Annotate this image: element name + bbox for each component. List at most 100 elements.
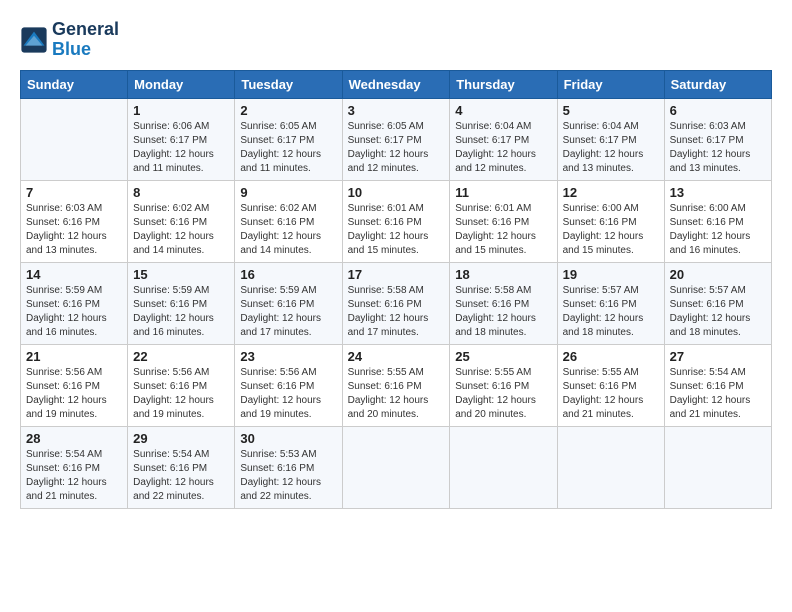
calendar-cell: 10 Sunrise: 6:01 AM Sunset: 6:16 PM Dayli…: [342, 180, 450, 262]
calendar-cell: 8 Sunrise: 6:02 AM Sunset: 6:16 PM Daylig…: [128, 180, 235, 262]
day-number: 25: [455, 349, 551, 364]
calendar-cell: 11 Sunrise: 6:01 AM Sunset: 6:16 PM Dayli…: [450, 180, 557, 262]
day-number: 18: [455, 267, 551, 282]
day-info: Sunrise: 5:58 AM Sunset: 6:16 PM Dayligh…: [455, 284, 551, 340]
day-info: Sunrise: 6:02 AM Sunset: 6:16 PM Dayligh…: [240, 202, 336, 258]
day-info: Sunrise: 5:53 AM Sunset: 6:16 PM Dayligh…: [240, 448, 336, 504]
calendar-cell: [557, 426, 664, 508]
day-info: Sunrise: 5:55 AM Sunset: 6:16 PM Dayligh…: [563, 366, 659, 422]
calendar-cell: 16Sunrise: 5:59 AM Sunset: 6:16 PM Dayli…: [235, 262, 342, 344]
day-info: Sunrise: 6:02 AM Sunset: 6:16 PM Dayligh…: [133, 202, 229, 258]
calendar-cell: 14 Sunrise: 5:59 AM Sunset: 6:16 PM Dayli…: [21, 262, 128, 344]
calendar-cell: 29 Sunrise: 5:54 AM Sunset: 6:16 PM Dayli…: [128, 426, 235, 508]
day-number: 26: [563, 349, 659, 364]
day-info: Sunrise: 6:01 AM Sunset: 6:16 PM Dayligh…: [348, 202, 445, 258]
calendar-cell: 6 Sunrise: 6:03 AM Sunset: 6:17 PM Daylig…: [664, 98, 771, 180]
day-number: 14: [26, 267, 122, 282]
day-info: Sunrise: 5:57 AM Sunset: 6:16 PM Dayligh…: [563, 284, 659, 340]
day-info: Sunrise: 5:54 AM Sunset: 6:16 PM Dayligh…: [133, 448, 229, 504]
calendar-cell: 9Sunrise: 6:02 AM Sunset: 6:16 PM Daylig…: [235, 180, 342, 262]
day-info: Sunrise: 5:59 AM Sunset: 6:16 PM Dayligh…: [26, 284, 122, 340]
day-info: Sunrise: 5:56 AM Sunset: 6:16 PM Dayligh…: [133, 366, 229, 422]
calendar-cell: 13 Sunrise: 6:00 AM Sunset: 6:16 PM Dayli…: [664, 180, 771, 262]
day-info: Sunrise: 6:00 AM Sunset: 6:16 PM Dayligh…: [670, 202, 766, 258]
day-info: Sunrise: 6:03 AM Sunset: 6:16 PM Dayligh…: [26, 202, 122, 258]
day-info: Sunrise: 5:54 AM Sunset: 6:16 PM Dayligh…: [26, 448, 122, 504]
calendar-cell: 15Sunrise: 5:59 AM Sunset: 6:16 PM Dayli…: [128, 262, 235, 344]
day-number: 10: [348, 185, 445, 200]
week-row-3: 14 Sunrise: 5:59 AM Sunset: 6:16 PM Dayli…: [21, 262, 772, 344]
day-info: Sunrise: 6:05 AM Sunset: 6:17 PM Dayligh…: [348, 120, 445, 176]
day-info: Sunrise: 5:55 AM Sunset: 6:16 PM Dayligh…: [348, 366, 445, 422]
day-number: 13: [670, 185, 766, 200]
week-row-2: 7 Sunrise: 6:03 AM Sunset: 6:16 PM Daylig…: [21, 180, 772, 262]
calendar-cell: 21 Sunrise: 5:56 AM Sunset: 6:16 PM Dayli…: [21, 344, 128, 426]
day-info: Sunrise: 6:06 AM Sunset: 6:17 PM Dayligh…: [133, 120, 229, 176]
day-number: 30: [240, 431, 336, 446]
day-info: Sunrise: 6:01 AM Sunset: 6:16 PM Dayligh…: [455, 202, 551, 258]
day-info: Sunrise: 6:04 AM Sunset: 6:17 PM Dayligh…: [563, 120, 659, 176]
day-info: Sunrise: 6:04 AM Sunset: 6:17 PM Dayligh…: [455, 120, 551, 176]
day-number: 1: [133, 103, 229, 118]
calendar-cell: 30 Sunrise: 5:53 AM Sunset: 6:16 PM Dayli…: [235, 426, 342, 508]
week-row-1: 1 Sunrise: 6:06 AM Sunset: 6:17 PM Daylig…: [21, 98, 772, 180]
calendar-cell: [21, 98, 128, 180]
calendar-cell: [450, 426, 557, 508]
day-number: 3: [348, 103, 445, 118]
day-number: 29: [133, 431, 229, 446]
day-number: 2: [240, 103, 336, 118]
calendar-cell: 20 Sunrise: 5:57 AM Sunset: 6:16 PM Dayli…: [664, 262, 771, 344]
week-row-5: 28 Sunrise: 5:54 AM Sunset: 6:16 PM Dayli…: [21, 426, 772, 508]
logo: General Blue: [20, 20, 119, 60]
day-info: Sunrise: 5:56 AM Sunset: 6:16 PM Dayligh…: [240, 366, 336, 422]
calendar-cell: [342, 426, 450, 508]
day-number: 4: [455, 103, 551, 118]
calendar-cell: [664, 426, 771, 508]
day-number: 23: [240, 349, 336, 364]
day-header-friday: Friday: [557, 70, 664, 98]
calendar-cell: 23 Sunrise: 5:56 AM Sunset: 6:16 PM Dayli…: [235, 344, 342, 426]
week-row-4: 21 Sunrise: 5:56 AM Sunset: 6:16 PM Dayli…: [21, 344, 772, 426]
day-header-thursday: Thursday: [450, 70, 557, 98]
day-number: 12: [563, 185, 659, 200]
day-header-sunday: Sunday: [21, 70, 128, 98]
day-number: 8: [133, 185, 229, 200]
day-info: Sunrise: 6:00 AM Sunset: 6:16 PM Dayligh…: [563, 202, 659, 258]
calendar-cell: 26 Sunrise: 5:55 AM Sunset: 6:16 PM Dayli…: [557, 344, 664, 426]
calendar-cell: 19Sunrise: 5:57 AM Sunset: 6:16 PM Dayli…: [557, 262, 664, 344]
day-info: Sunrise: 5:58 AM Sunset: 6:16 PM Dayligh…: [348, 284, 445, 340]
header-row: SundayMondayTuesdayWednesdayThursdayFrid…: [21, 70, 772, 98]
day-info: Sunrise: 6:03 AM Sunset: 6:17 PM Dayligh…: [670, 120, 766, 176]
calendar-cell: 17Sunrise: 5:58 AM Sunset: 6:16 PM Dayli…: [342, 262, 450, 344]
day-info: Sunrise: 5:59 AM Sunset: 6:16 PM Dayligh…: [133, 284, 229, 340]
day-header-wednesday: Wednesday: [342, 70, 450, 98]
calendar-table: SundayMondayTuesdayWednesdayThursdayFrid…: [20, 70, 772, 509]
calendar-cell: 27 Sunrise: 5:54 AM Sunset: 6:16 PM Dayli…: [664, 344, 771, 426]
day-header-saturday: Saturday: [664, 70, 771, 98]
day-header-monday: Monday: [128, 70, 235, 98]
day-info: Sunrise: 5:57 AM Sunset: 6:16 PM Dayligh…: [670, 284, 766, 340]
day-info: Sunrise: 6:05 AM Sunset: 6:17 PM Dayligh…: [240, 120, 336, 176]
day-number: 27: [670, 349, 766, 364]
day-number: 7: [26, 185, 122, 200]
calendar-cell: 22Sunrise: 5:56 AM Sunset: 6:16 PM Dayli…: [128, 344, 235, 426]
calendar-cell: 25 Sunrise: 5:55 AM Sunset: 6:16 PM Dayli…: [450, 344, 557, 426]
day-number: 6: [670, 103, 766, 118]
calendar-cell: 24Sunrise: 5:55 AM Sunset: 6:16 PM Dayli…: [342, 344, 450, 426]
day-info: Sunrise: 5:56 AM Sunset: 6:16 PM Dayligh…: [26, 366, 122, 422]
day-info: Sunrise: 5:54 AM Sunset: 6:16 PM Dayligh…: [670, 366, 766, 422]
day-header-tuesday: Tuesday: [235, 70, 342, 98]
day-info: Sunrise: 5:59 AM Sunset: 6:16 PM Dayligh…: [240, 284, 336, 340]
calendar-cell: 7 Sunrise: 6:03 AM Sunset: 6:16 PM Daylig…: [21, 180, 128, 262]
calendar-cell: 4 Sunrise: 6:04 AM Sunset: 6:17 PM Daylig…: [450, 98, 557, 180]
calendar-cell: 18 Sunrise: 5:58 AM Sunset: 6:16 PM Dayli…: [450, 262, 557, 344]
calendar-cell: 2 Sunrise: 6:05 AM Sunset: 6:17 PM Daylig…: [235, 98, 342, 180]
calendar-cell: 5Sunrise: 6:04 AM Sunset: 6:17 PM Daylig…: [557, 98, 664, 180]
day-number: 21: [26, 349, 122, 364]
day-info: Sunrise: 5:55 AM Sunset: 6:16 PM Dayligh…: [455, 366, 551, 422]
day-number: 11: [455, 185, 551, 200]
calendar-cell: 28 Sunrise: 5:54 AM Sunset: 6:16 PM Dayli…: [21, 426, 128, 508]
day-number: 20: [670, 267, 766, 282]
calendar-cell: 12 Sunrise: 6:00 AM Sunset: 6:16 PM Dayli…: [557, 180, 664, 262]
day-number: 28: [26, 431, 122, 446]
